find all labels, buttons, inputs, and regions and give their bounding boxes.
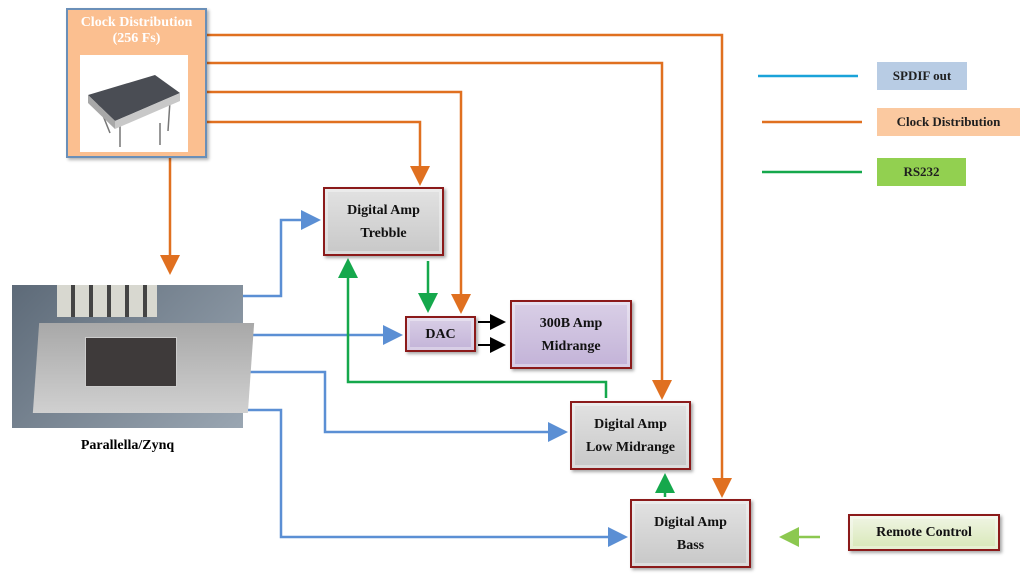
- legend-spdif-label: SPDIF out: [892, 68, 952, 83]
- oscillator-image: [80, 55, 188, 152]
- lowmid-label-1: Digital Amp: [594, 416, 667, 432]
- clock-title: Clock Distribution: [80, 15, 193, 30]
- digital-amp-low-midrange: Digital Amp Low Midrange: [570, 401, 691, 470]
- digital-amp-bass: Digital Amp Bass: [630, 499, 751, 568]
- legend-rs232-label: RS232: [903, 164, 940, 179]
- clock-subtitle: (256 Fs): [112, 31, 161, 46]
- treble-label-2: Trebble: [360, 225, 407, 241]
- remote-control-block: Remote Control: [848, 514, 1000, 551]
- lowmid-label-2: Low Midrange: [585, 439, 676, 455]
- dac-label: DAC: [425, 326, 456, 342]
- board-to-treble: [243, 210, 321, 298]
- amp300b-label-1: 300B Amp: [539, 315, 603, 331]
- digital-amp-treble: Digital Amp Trebble: [323, 187, 444, 256]
- legend-clock: Clock Distribution: [877, 108, 1020, 136]
- bass-label-1: Digital Amp: [654, 514, 727, 530]
- amp-300b-midrange: 300B Amp Midrange: [510, 300, 632, 369]
- parallella-board-photo: [12, 285, 255, 428]
- treble-label-1: Digital Amp: [347, 202, 420, 218]
- legend-clock-label: Clock Distribution: [896, 114, 1001, 129]
- dac-outputs: [478, 314, 506, 353]
- board-to-bass: [243, 408, 628, 547]
- dac-block: DAC: [405, 316, 476, 352]
- remote-label: Remote Control: [876, 525, 972, 540]
- legend-spdif: SPDIF out: [877, 62, 967, 90]
- bass-label-2: Bass: [676, 537, 705, 553]
- amp300b-label-2: Midrange: [541, 338, 601, 354]
- diagram: Clock Distribution (256 Fs) Parallella/Z…: [0, 0, 1030, 581]
- clock-to-treble: [207, 120, 430, 186]
- legend-rs232: RS232: [877, 158, 966, 186]
- spdif-lines: [243, 210, 628, 547]
- clock-distribution-block: Clock Distribution (256 Fs): [66, 8, 207, 158]
- board-label: Parallella/Zynq: [80, 438, 175, 453]
